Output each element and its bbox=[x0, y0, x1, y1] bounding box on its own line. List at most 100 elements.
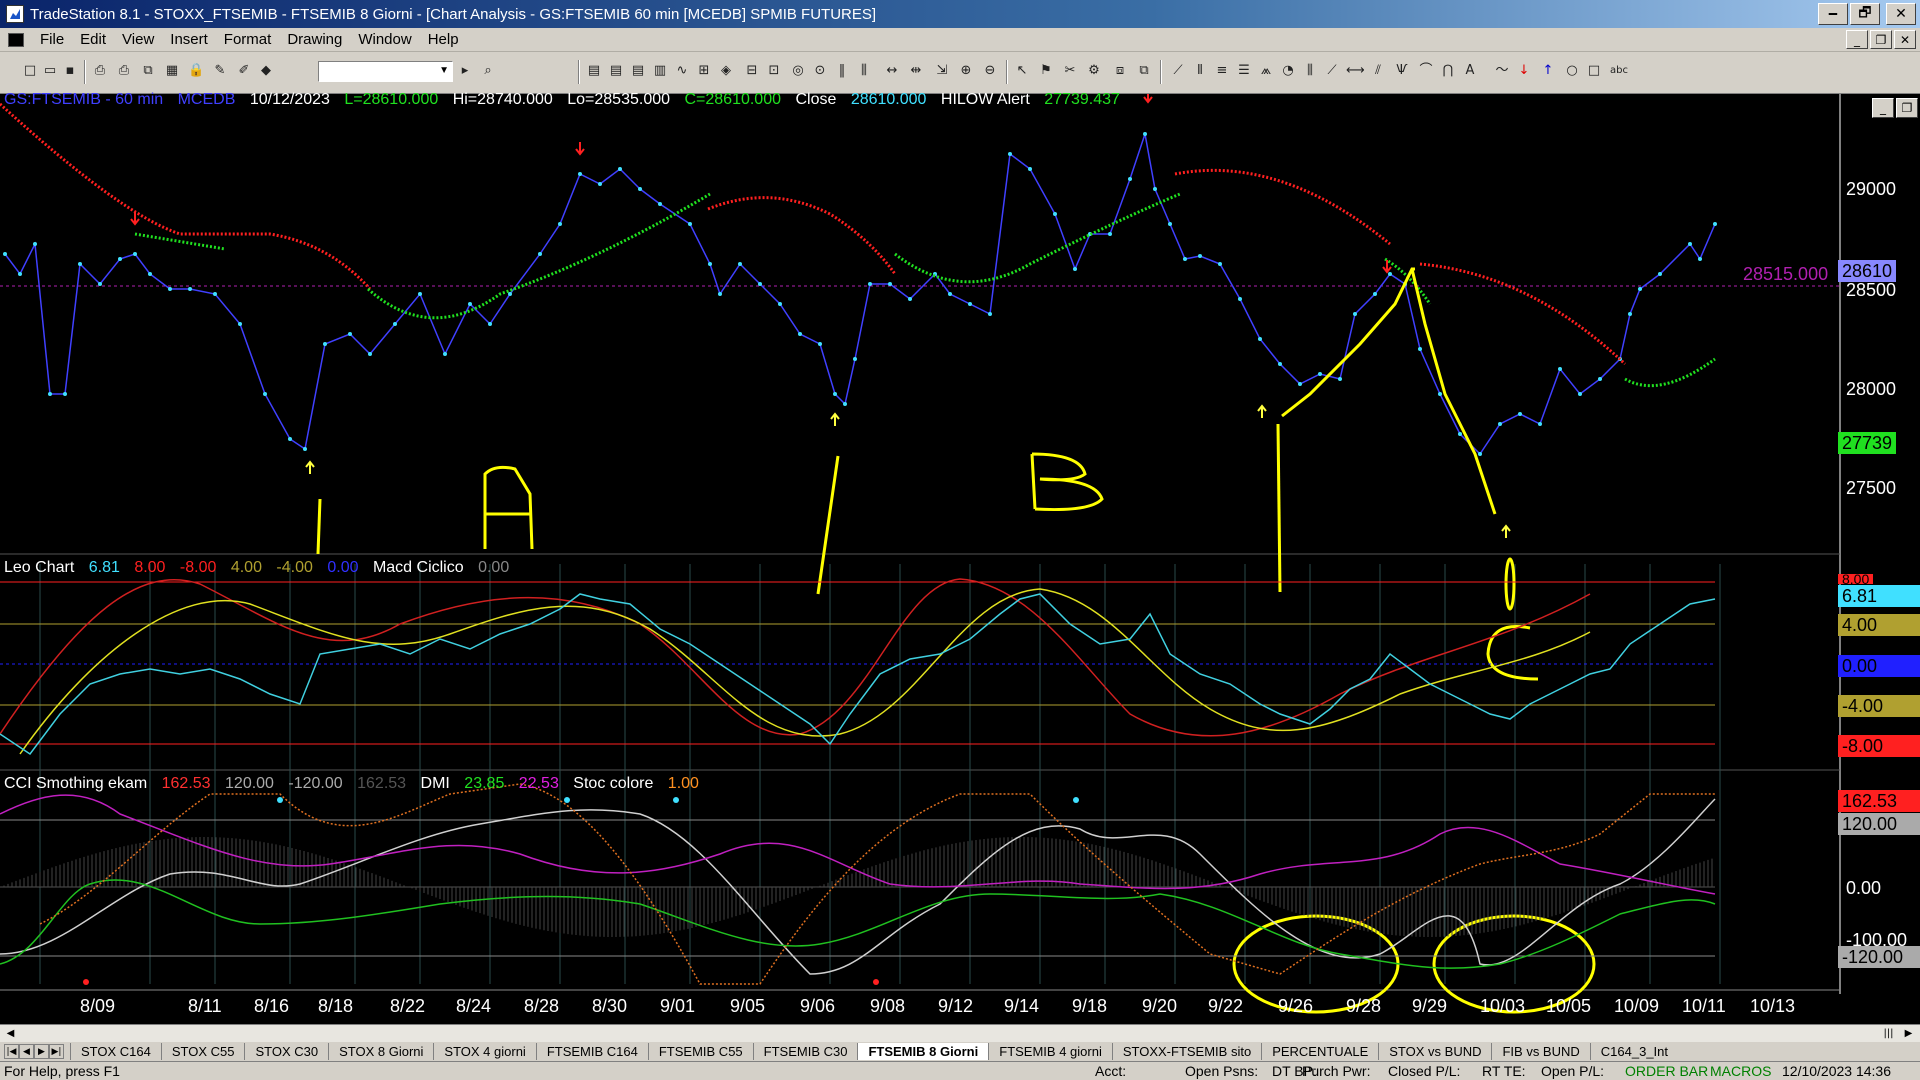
lock-icon[interactable]: 🔒 bbox=[188, 63, 204, 79]
menu-format[interactable]: Format bbox=[216, 31, 280, 48]
pointer-icon[interactable]: ↖ bbox=[1014, 63, 1030, 79]
chart-doc-icon[interactable] bbox=[8, 32, 24, 47]
chart-area[interactable]: GS:FTSEMIB - 60 min MCEDB 10/12/2023 L=2… bbox=[0, 91, 1920, 1024]
child-close-button[interactable]: ✕ bbox=[1894, 30, 1916, 49]
go-arrow-icon[interactable]: ▸ bbox=[457, 63, 473, 79]
text-icon[interactable]: A bbox=[1462, 63, 1478, 79]
menu-drawing[interactable]: Drawing bbox=[279, 31, 350, 48]
tab-stox-c30[interactable]: STOX C30 bbox=[244, 1043, 328, 1060]
window-icon-4[interactable]: ▥ bbox=[652, 63, 668, 79]
ellipse-icon[interactable]: ○ bbox=[1564, 63, 1580, 79]
horizontal-scrollbar[interactable]: ◀ ||| ▶ bbox=[0, 1024, 1920, 1042]
tab-stox-vs-bund[interactable]: STOX vs BUND bbox=[1378, 1043, 1491, 1060]
draw-icon[interactable]: ✎ bbox=[212, 63, 228, 79]
tab-first-icon[interactable]: |◀ bbox=[4, 1044, 19, 1059]
zoom-out-icon[interactable]: ⊖ bbox=[982, 63, 998, 79]
abc-text-icon[interactable]: abc bbox=[1610, 63, 1628, 79]
child-restore-button[interactable]: ❐ bbox=[1870, 30, 1892, 49]
channel-icon[interactable]: ☰ bbox=[1236, 63, 1252, 79]
minimize-button[interactable]: 🗕 bbox=[1818, 3, 1848, 25]
freehand-icon[interactable]: 〜 bbox=[1494, 63, 1510, 79]
restore-button[interactable]: 🗗 bbox=[1850, 3, 1880, 25]
data-icon[interactable]: ⊟ bbox=[744, 63, 760, 79]
tab-stox-8-giorni[interactable]: STOX 8 Giorni bbox=[328, 1043, 433, 1060]
fib-lines-icon[interactable]: ⫼ bbox=[1302, 63, 1318, 79]
tab-stox-c164[interactable]: STOX C164 bbox=[70, 1043, 161, 1060]
open-icon[interactable]: ▭ bbox=[42, 63, 58, 79]
symbol-combo[interactable] bbox=[318, 61, 453, 82]
zoom-chart-icon[interactable]: ⌕ bbox=[480, 63, 496, 79]
window-icon-3[interactable]: ▤ bbox=[630, 63, 646, 79]
cycle-icon[interactable]: ⋂ bbox=[1440, 63, 1456, 79]
rectangle-icon[interactable]: □ bbox=[1586, 63, 1602, 79]
trendline-icon[interactable]: ⟋ bbox=[1170, 63, 1186, 79]
tab-ftsemib-c30[interactable]: FTSEMIB C30 bbox=[752, 1043, 858, 1060]
interval-icon-2[interactable]: ⇹ bbox=[908, 63, 924, 79]
status-order-bar[interactable]: ORDER BAR bbox=[1625, 1063, 1708, 1079]
print-preview-icon[interactable]: ⎙ bbox=[92, 63, 108, 79]
tab-stox-c55[interactable]: STOX C55 bbox=[160, 1043, 245, 1060]
tab-fib-vs-bund[interactable]: FIB vs BUND bbox=[1491, 1043, 1589, 1060]
tab-c164-3-int[interactable]: C164_3_Int bbox=[1589, 1043, 1678, 1060]
color-icon[interactable]: ◆ bbox=[258, 63, 274, 79]
menu-file[interactable]: File bbox=[32, 31, 72, 48]
scroll-right-icon[interactable]: ▶ bbox=[1900, 1026, 1917, 1041]
radar-icon[interactable]: ◎ bbox=[790, 63, 806, 79]
fib-icon[interactable]: ⩕ bbox=[1258, 63, 1274, 79]
new-icon[interactable]: □ bbox=[22, 63, 38, 79]
interval-icon[interactable]: ↔ bbox=[884, 63, 900, 79]
tab-stoxx-ftsemib-sito[interactable]: STOXX-FTSEMIB sito bbox=[1111, 1043, 1261, 1060]
status-macros[interactable]: MACROS bbox=[1710, 1063, 1771, 1079]
tools-icon[interactable]: ✂ bbox=[1062, 63, 1078, 79]
tab-next-icon[interactable]: ▶ bbox=[34, 1044, 49, 1059]
gann-icon[interactable]: ◔ bbox=[1280, 63, 1296, 79]
arrow-up-icon[interactable]: ↑ bbox=[1540, 63, 1556, 79]
menu-edit[interactable]: Edit bbox=[72, 31, 114, 48]
tab-last-icon[interactable]: ▶| bbox=[49, 1044, 64, 1059]
print-icon[interactable]: ⎙ bbox=[116, 63, 132, 79]
window-icon-1[interactable]: ▤ bbox=[586, 63, 602, 79]
menu-window[interactable]: Window bbox=[350, 31, 419, 48]
arc-icon[interactable]: ⌒ bbox=[1418, 63, 1434, 79]
tab-ftsemib-8-giorni[interactable]: FTSEMIB 8 Giorni bbox=[857, 1043, 989, 1060]
scroll-thumb-icon[interactable]: ||| bbox=[1880, 1026, 1897, 1041]
window-icon-2[interactable]: ▤ bbox=[608, 63, 624, 79]
tab-stox-4-giorni[interactable]: STOX 4 giorni bbox=[433, 1043, 535, 1060]
format-icon[interactable]: ⚙ bbox=[1086, 63, 1102, 79]
tab-percentuale[interactable]: PERCENTUALE bbox=[1261, 1043, 1378, 1060]
parallel-icon[interactable]: ⫽ bbox=[1370, 63, 1386, 79]
chart-icon[interactable]: ∿ bbox=[674, 63, 690, 79]
tab-ftsemib-c55[interactable]: FTSEMIB C55 bbox=[647, 1043, 753, 1060]
zoom-in-icon[interactable]: ⊕ bbox=[958, 63, 974, 79]
save-icon[interactable]: ▪ bbox=[62, 63, 78, 79]
menu-view[interactable]: View bbox=[114, 31, 162, 48]
layout-icon[interactable]: ⧈ bbox=[1112, 63, 1128, 79]
chart-icon-2[interactable]: ⊞ bbox=[696, 63, 712, 79]
bars-icon-2[interactable]: ⫼ bbox=[856, 63, 872, 79]
pitchfork-icon[interactable]: Ѱ bbox=[1394, 63, 1410, 79]
data-icon-2[interactable]: ⊡ bbox=[766, 63, 782, 79]
vertical-lines-icon[interactable]: ⫴ bbox=[1192, 63, 1208, 79]
arrow-down-icon[interactable]: ↓ bbox=[1516, 63, 1532, 79]
stretch-icon[interactable]: ⇲ bbox=[934, 63, 950, 79]
menu-insert[interactable]: Insert bbox=[162, 31, 216, 48]
scroll-left-icon[interactable]: ◀ bbox=[2, 1026, 19, 1041]
scanner-icon[interactable]: ⊙ bbox=[812, 63, 828, 79]
chart-icon-3[interactable]: ◈ bbox=[718, 63, 734, 79]
tab-ftsemib-c164[interactable]: FTSEMIB C164 bbox=[535, 1043, 648, 1060]
tab-prev-icon[interactable]: ◀ bbox=[19, 1044, 34, 1059]
grid-icon[interactable]: ▦ bbox=[164, 63, 180, 79]
copy-icon[interactable]: ⧉ bbox=[140, 63, 156, 79]
strategy-icon[interactable]: ⚑ bbox=[1038, 63, 1054, 79]
ruler-icon[interactable]: ⟷ bbox=[1346, 63, 1365, 79]
speed-lines-icon[interactable]: ⟋ bbox=[1324, 63, 1340, 79]
pencil-icon[interactable]: ✐ bbox=[236, 63, 252, 79]
tab-ftsemib-4-giorni[interactable]: FTSEMIB 4 giorni bbox=[988, 1043, 1112, 1060]
horizontal-lines-icon[interactable]: ≡ bbox=[1214, 63, 1230, 79]
child-minimize-button[interactable]: _ bbox=[1846, 30, 1868, 49]
chart-minimize-button[interactable]: _ bbox=[1872, 98, 1894, 118]
chart-restore-button[interactable]: ❐ bbox=[1896, 98, 1918, 118]
menu-help[interactable]: Help bbox=[420, 31, 467, 48]
close-button[interactable]: ✕ bbox=[1886, 3, 1916, 25]
layout-icon-2[interactable]: ⧉ bbox=[1136, 63, 1152, 79]
